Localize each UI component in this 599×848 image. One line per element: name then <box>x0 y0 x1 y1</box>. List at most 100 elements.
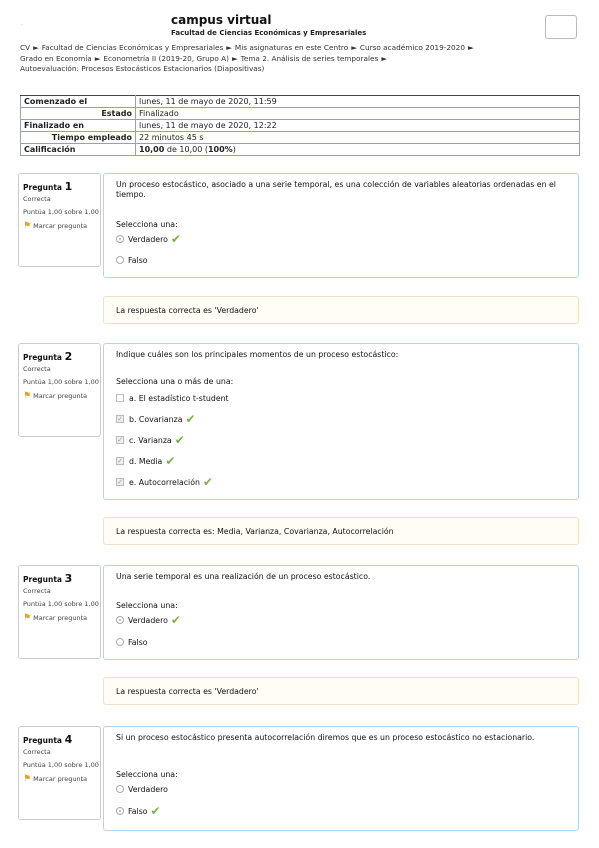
flag-icon: ⚑ <box>23 613 32 623</box>
question-1-feedback: La respuesta correcta es 'Verdadero' <box>103 296 579 324</box>
option-e[interactable]: ✓ e. Autocorrelación ✔ <box>116 476 213 488</box>
option-label: Falso <box>128 637 148 647</box>
question-1-info: Pregunta 1 Correcta Puntúa 1,00 sobre 1,… <box>18 173 101 267</box>
breadcrumb-item-year[interactable]: Curso académico 2019-2020 <box>360 43 465 52</box>
flag-question-label: Marcar pregunta <box>33 614 88 622</box>
breadcrumb-item-degree[interactable]: Grado en Economía <box>20 54 92 63</box>
question-grade: Puntúa 1,00 sobre 1,00 <box>23 378 99 386</box>
summary-row-finished: Finalizado en lunes, 11 de mayo de 2020,… <box>20 119 580 132</box>
question-2-info: Pregunta 2 Correcta Puntúa 1,00 sobre 1,… <box>18 343 101 437</box>
question-number: Pregunta 1 <box>23 180 100 193</box>
finished-value: lunes, 11 de mayo de 2020, 12:22 <box>135 119 580 132</box>
grade-percent: 100% <box>207 145 233 154</box>
radio-icon[interactable] <box>116 785 124 793</box>
option-falso[interactable]: Falso <box>116 254 148 266</box>
checkbox-icon[interactable]: ✓ <box>116 415 124 423</box>
flag-question-label: Marcar pregunta <box>33 775 88 783</box>
breadcrumb-item-my-courses[interactable]: Mis asignaturas en este Centro <box>235 43 348 52</box>
option-b[interactable]: ✓ b. Covarianza ✔ <box>116 413 196 425</box>
summary-row-state: Estado Finalizado <box>20 107 580 120</box>
checkbox-icon[interactable]: ✓ <box>116 478 124 486</box>
question-3-content: Una serie temporal es una realización de… <box>103 565 579 660</box>
breadcrumb: CV ► Facultad de Ciencias Económicas y Emp… <box>20 43 580 75</box>
flag-question-link[interactable]: ⚑ Marcar pregunta <box>23 774 100 784</box>
flag-question-label: Marcar pregunta <box>33 392 88 400</box>
question-3-feedback: La respuesta correcta es 'Verdadero' <box>103 677 579 705</box>
question-state: Correcta <box>23 365 51 373</box>
attempt-summary-table: Comenzado el lunes, 11 de mayo de 2020, … <box>20 95 580 156</box>
flag-question-link[interactable]: ⚑ Marcar pregunta <box>23 222 100 231</box>
option-label: Falso <box>128 255 148 265</box>
breadcrumb-item-topic[interactable]: Tema 2. Análisis de series temporales <box>241 54 379 63</box>
breadcrumb-line-1: CV ► Facultad de Ciencias Económicas y Emp… <box>20 43 580 54</box>
radio-icon[interactable] <box>116 616 124 624</box>
started-value: lunes, 11 de mayo de 2020, 11:59 <box>135 95 580 108</box>
flag-question-link[interactable]: ⚑ Marcar pregunta <box>23 391 100 401</box>
checkbox-icon[interactable]: ✓ <box>116 457 124 465</box>
option-label: a. El estadístico t-student <box>129 393 229 403</box>
time-label: Tiempo empleado <box>20 131 136 144</box>
checkbox-icon[interactable]: ✓ <box>116 436 124 444</box>
radio-icon[interactable] <box>116 256 124 264</box>
flag-icon: ⚑ <box>23 391 32 401</box>
option-c[interactable]: ✓ c. Varianza ✔ <box>116 434 185 446</box>
question-grade: Puntúa 1,00 sobre 1,00 <box>23 600 99 608</box>
question-number-label: Pregunta <box>23 575 62 584</box>
site-subtitle: Facultad de Ciencias Económicas y Empres… <box>171 29 367 37</box>
answer-prompt: Selecciona una: <box>116 220 178 229</box>
option-label: Verdadero <box>128 234 168 244</box>
flag-question-link[interactable]: ⚑ Marcar pregunta <box>23 613 100 623</box>
grade-of: de 10,00 ( <box>166 145 208 154</box>
answer-prompt: Selecciona una o más de una: <box>116 377 234 386</box>
correct-answer-text: La respuesta correcta es 'Verdadero' <box>116 306 259 315</box>
answer-prompt: Selecciona una: <box>116 601 178 610</box>
option-verdadero[interactable]: Verdadero ✔ <box>116 233 181 245</box>
user-menu-box[interactable] <box>545 15 577 39</box>
breadcrumb-line-2: Grado en Economía ► Econometría II (2019-2… <box>20 54 580 65</box>
question-number-value: 2 <box>64 350 73 363</box>
breadcrumb-separator: ► <box>467 43 474 52</box>
radio-icon[interactable] <box>116 807 124 815</box>
breadcrumb-item-faculty[interactable]: Facultad de Ciencias Económicas y Empres… <box>42 43 224 52</box>
breadcrumb-separator: ► <box>351 43 357 52</box>
option-verdadero[interactable]: Verdadero <box>116 783 168 795</box>
question-grade: Puntúa 1,00 sobre 1,00 <box>23 761 99 769</box>
breadcrumb-item-course[interactable]: Econometría II (2019-20, Grupo A) <box>103 54 229 63</box>
option-label: e. Autocorrelación <box>129 477 200 487</box>
state-value: Finalizado <box>135 107 580 120</box>
radio-icon[interactable] <box>116 638 124 646</box>
question-text: Si un proceso estocástico presenta autoc… <box>116 733 535 742</box>
question-state: Correcta <box>23 587 51 595</box>
question-1-content: Un proceso estocástico, asociado a una s… <box>103 173 579 278</box>
option-a[interactable]: a. El estadístico t-student <box>116 392 229 404</box>
question-number-value: 4 <box>64 733 73 746</box>
breadcrumb-item-cv[interactable]: CV <box>20 43 30 52</box>
question-text: Un proceso estocástico, asociado a una s… <box>116 180 556 199</box>
site-title[interactable]: campus virtual <box>171 13 272 27</box>
radio-icon[interactable] <box>116 235 124 243</box>
breadcrumb-item-quiz[interactable]: Autoevaluación: Procesos Estocásticos Es… <box>20 64 264 73</box>
grade-label: Calificación <box>20 143 136 156</box>
question-4-content: Si un proceso estocástico presenta autoc… <box>103 726 579 831</box>
breadcrumb-separator: ► <box>381 53 387 63</box>
question-3-info: Pregunta 3 Correcta Puntúa 1,00 sobre 1,… <box>18 565 101 659</box>
answer-prompt: Selecciona una: <box>116 770 178 779</box>
grade-close: ) <box>232 145 236 154</box>
breadcrumb-separator: ► <box>231 53 238 63</box>
header-dot: . <box>21 20 23 27</box>
option-label: Falso <box>128 806 148 816</box>
flag-icon: ⚑ <box>23 774 32 784</box>
checkbox-icon[interactable] <box>116 394 124 402</box>
option-verdadero[interactable]: Verdadero ✔ <box>116 614 181 626</box>
option-d[interactable]: ✓ d. Media ✔ <box>116 455 175 467</box>
option-falso[interactable]: Falso <box>116 636 148 648</box>
summary-row-time: Tiempo empleado 22 minutos 45 s <box>20 131 580 144</box>
question-2-content: Indique cuáles son los principales momen… <box>103 343 579 500</box>
option-label: Verdadero <box>128 784 168 794</box>
question-text: Indique cuáles son los principales momen… <box>116 350 399 359</box>
option-falso[interactable]: Falso ✔ <box>116 805 161 817</box>
grade-score: 10,00 <box>139 145 165 154</box>
option-label: b. Covarianza <box>129 414 183 424</box>
question-state: Correcta <box>23 748 51 756</box>
check-mark-icon: ✔ <box>202 475 213 489</box>
